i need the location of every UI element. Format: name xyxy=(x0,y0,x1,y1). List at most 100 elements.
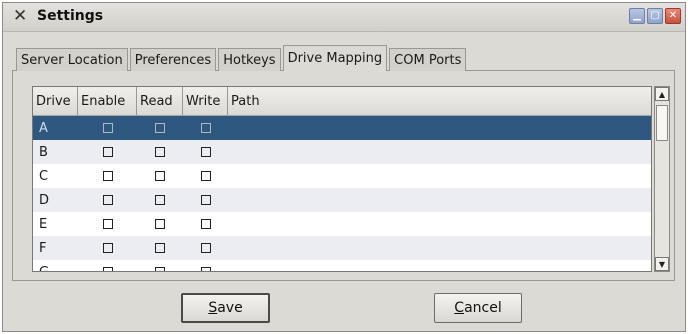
read-cell xyxy=(137,236,183,260)
maximize-icon[interactable]: ▢ xyxy=(647,8,663,24)
read-checkbox[interactable] xyxy=(155,219,165,229)
drive-letter: C xyxy=(39,168,49,184)
read-cell xyxy=(137,140,183,164)
drive-letter: E xyxy=(39,216,48,232)
enable-checkbox[interactable] xyxy=(102,267,113,271)
tab-server-location[interactable]: Server Location xyxy=(16,48,128,71)
path-cell[interactable] xyxy=(228,212,651,236)
minimize-icon[interactable]: ▁ xyxy=(629,8,645,24)
tab-drive-mapping[interactable]: Drive Mapping xyxy=(282,45,388,71)
tab-hotkeys[interactable]: Hotkeys xyxy=(218,48,281,71)
window-title: Settings xyxy=(37,8,104,24)
cancel-button[interactable]: Cancel xyxy=(434,293,522,323)
table-row[interactable]: E xyxy=(33,212,651,236)
write-checkbox[interactable] xyxy=(200,195,211,205)
path-cell[interactable] xyxy=(228,116,651,140)
read-cell xyxy=(137,116,183,140)
read-checkbox[interactable] xyxy=(155,195,165,205)
write-checkbox[interactable] xyxy=(200,267,211,271)
scroll-up-icon[interactable]: ▲ xyxy=(655,87,669,101)
read-checkbox[interactable] xyxy=(155,123,165,133)
write-checkbox[interactable] xyxy=(200,123,211,133)
table-row[interactable]: B xyxy=(33,140,651,164)
read-cell xyxy=(137,260,183,271)
write-checkbox[interactable] xyxy=(200,147,211,157)
tab-bar: Server Location Preferences Hotkeys Driv… xyxy=(16,45,468,71)
table-row[interactable]: A xyxy=(33,116,651,140)
write-cell xyxy=(183,236,228,260)
enable-cell xyxy=(78,260,137,271)
drive-cell: A xyxy=(33,116,78,140)
read-cell xyxy=(137,164,183,188)
enable-checkbox[interactable] xyxy=(102,171,113,181)
write-cell xyxy=(183,164,228,188)
drive-letter: B xyxy=(39,144,48,160)
path-cell[interactable] xyxy=(228,140,651,164)
read-cell xyxy=(137,212,183,236)
column-header-path[interactable]: Path xyxy=(228,87,651,115)
enable-checkbox[interactable] xyxy=(102,243,113,253)
read-checkbox[interactable] xyxy=(155,267,165,271)
drive-letter: D xyxy=(39,192,50,208)
scroll-thumb[interactable] xyxy=(656,105,668,141)
read-cell xyxy=(137,188,183,212)
enable-cell xyxy=(78,236,137,260)
enable-cell xyxy=(78,116,137,140)
column-header-drive[interactable]: Drive xyxy=(33,87,78,115)
drive-letter: F xyxy=(39,240,47,256)
read-checkbox[interactable] xyxy=(155,243,165,253)
drive-letter: G xyxy=(39,264,50,272)
table-row[interactable]: C xyxy=(33,164,651,188)
enable-checkbox[interactable] xyxy=(102,219,113,229)
table-header: Drive Enable Read Write Path xyxy=(33,87,651,116)
save-label-rest: ave xyxy=(217,300,243,316)
close-icon[interactable]: ✕ xyxy=(665,8,681,24)
path-cell[interactable] xyxy=(228,164,651,188)
enable-cell xyxy=(78,188,137,212)
write-cell xyxy=(183,140,228,164)
drive-cell: C xyxy=(33,164,78,188)
drive-cell: B xyxy=(33,140,78,164)
table-row[interactable]: D xyxy=(33,188,651,212)
drive-cell: E xyxy=(33,212,78,236)
column-header-enable[interactable]: Enable xyxy=(78,87,137,115)
write-checkbox[interactable] xyxy=(200,171,211,181)
drive-letter: A xyxy=(39,120,48,136)
table-body: ABCDEFG xyxy=(33,116,651,272)
read-checkbox[interactable] xyxy=(155,147,165,157)
drive-mapping-table: Drive Enable Read Write Path ABCDEFG xyxy=(32,86,652,272)
window-controls: ▁ ▢ ✕ xyxy=(629,8,681,24)
enable-checkbox[interactable] xyxy=(102,195,113,205)
tab-com-ports[interactable]: COM Ports xyxy=(389,48,467,71)
enable-checkbox[interactable] xyxy=(102,123,113,133)
path-cell[interactable] xyxy=(228,188,651,212)
table-row[interactable]: F xyxy=(33,236,651,260)
path-cell[interactable] xyxy=(228,236,651,260)
drive-cell: G xyxy=(33,260,78,272)
write-cell xyxy=(183,116,228,140)
app-x-icon: ✕ xyxy=(13,6,28,26)
drive-cell: D xyxy=(33,188,78,212)
column-header-write[interactable]: Write xyxy=(183,87,228,115)
read-checkbox[interactable] xyxy=(155,171,165,181)
table-row[interactable]: G xyxy=(33,260,651,272)
save-mnemonic: S xyxy=(208,300,218,316)
drive-cell: F xyxy=(33,236,78,260)
enable-cell xyxy=(78,212,137,236)
scroll-down-icon[interactable]: ▼ xyxy=(655,257,669,271)
tab-preferences[interactable]: Preferences xyxy=(129,48,217,71)
enable-checkbox[interactable] xyxy=(102,147,113,157)
save-button[interactable]: Save xyxy=(181,293,270,323)
vertical-scrollbar[interactable]: ▲ ▼ xyxy=(654,86,670,272)
column-header-read[interactable]: Read xyxy=(137,87,183,115)
path-cell[interactable] xyxy=(228,260,651,271)
cancel-label-rest: ancel xyxy=(464,300,502,316)
title-bar[interactable]: ✕ Settings ▁ ▢ ✕ xyxy=(3,3,685,32)
cancel-mnemonic: C xyxy=(454,300,465,316)
write-cell xyxy=(183,188,228,212)
write-cell xyxy=(183,212,228,236)
enable-cell xyxy=(78,140,137,164)
write-checkbox[interactable] xyxy=(200,243,211,253)
write-checkbox[interactable] xyxy=(200,219,211,229)
enable-cell xyxy=(78,164,137,188)
